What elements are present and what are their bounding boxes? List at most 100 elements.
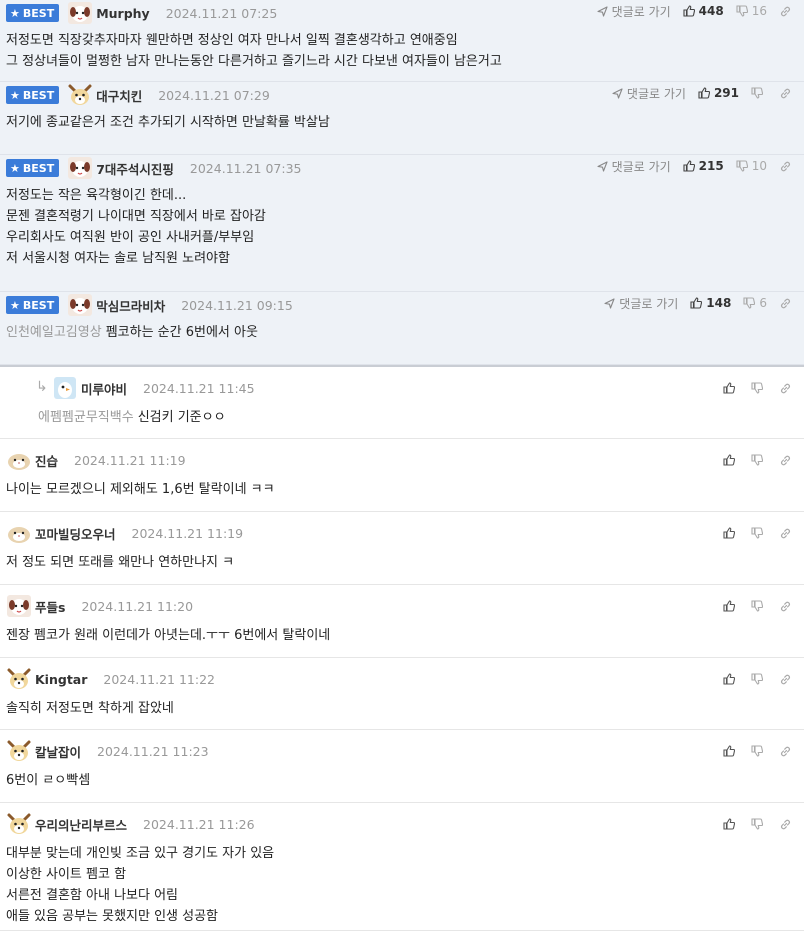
- comment: 우리의난리부르스 2024.11.21 11:26 대부분 맞는데 개인빚 조금 있…: [0, 803, 804, 931]
- like-button[interactable]: [723, 745, 739, 757]
- comment-actions: [711, 595, 796, 617]
- goto-reply-label: 댓글로 가기: [611, 4, 671, 19]
- comment-date: 2024.11.21 11:19: [131, 525, 244, 541]
- comment-body: 인천예일고김영상 펨코하는 순간 6번에서 아웃: [6, 322, 258, 343]
- author-nickname[interactable]: 진습: [35, 451, 58, 470]
- comment-header: 우리의난리부르스 2024.11.21 11:26: [6, 811, 255, 837]
- avatar-icon[interactable]: [67, 1, 93, 25]
- dislike-button[interactable]: 16: [736, 4, 767, 18]
- like-button[interactable]: 291: [698, 86, 739, 100]
- comment-header: ★ BEST 막심므라비차 2024.11.21 09:15: [6, 292, 293, 318]
- comment-header: ★ BEST Murphy 2024.11.21 07:25: [6, 0, 277, 26]
- comment-date: 2024.11.21 11:19: [74, 452, 186, 468]
- permalink-button[interactable]: [779, 160, 796, 173]
- author-nickname[interactable]: 꼬마빌딩오우너: [35, 524, 116, 543]
- author-nickname[interactable]: 우리의난리부르스: [35, 815, 127, 834]
- comment-line: 젠장 펨코가 원래 이런데가 아녓는데.ㅜㅜ 6번에서 탈락이네: [6, 625, 330, 646]
- like-button[interactable]: 448: [683, 4, 724, 18]
- like-button[interactable]: 215: [683, 159, 724, 173]
- avatar-icon[interactable]: [67, 156, 93, 180]
- avatar-icon[interactable]: [67, 83, 93, 107]
- permalink-button[interactable]: [779, 527, 796, 540]
- dislike-button[interactable]: [751, 454, 767, 466]
- like-button[interactable]: [723, 600, 739, 612]
- goto-reply-link[interactable]: 댓글로 가기: [612, 85, 686, 102]
- comment-actions: 댓글로 가기 291: [600, 82, 796, 104]
- link-icon: [779, 454, 796, 467]
- avatar-icon[interactable]: [6, 521, 32, 545]
- author-nickname[interactable]: 7대주석시진핑: [96, 159, 174, 178]
- goto-reply-link[interactable]: 댓글로 가기: [597, 3, 671, 20]
- dislike-button[interactable]: [751, 818, 767, 830]
- reply-comment: ↳ 미루야비 2024.11.21 11:45 에펨펨균무직백수 신검키 기준ㅇㅇ: [0, 365, 804, 439]
- avatar-icon[interactable]: [6, 812, 32, 836]
- author-nickname[interactable]: 칼날잡이: [35, 742, 81, 761]
- avatar-icon[interactable]: [52, 376, 78, 400]
- like-count: 148: [706, 296, 732, 310]
- permalink-button[interactable]: [779, 818, 796, 831]
- dislike-button[interactable]: 10: [736, 159, 767, 173]
- comment-line: 애들 있음 공부는 못했지만 인생 성공함: [6, 906, 274, 927]
- thumbs-up-icon: [698, 87, 714, 99]
- avatar-icon[interactable]: [6, 448, 32, 472]
- like-button[interactable]: [723, 527, 739, 539]
- goto-reply-label: 댓글로 가기: [619, 296, 679, 311]
- reply-arrow-icon: ↳: [36, 379, 48, 395]
- dislike-button[interactable]: [751, 673, 767, 685]
- comment-body: 에펨펨균무직백수 신검키 기준ㅇㅇ: [38, 407, 226, 428]
- goto-reply-link[interactable]: 댓글로 가기: [597, 158, 671, 175]
- permalink-button[interactable]: [779, 87, 796, 100]
- dislike-button[interactable]: [751, 527, 767, 539]
- avatar-icon[interactable]: [6, 739, 32, 763]
- permalink-button[interactable]: [779, 5, 796, 18]
- link-icon: [779, 160, 796, 173]
- goto-reply-link[interactable]: 댓글로 가기: [604, 295, 678, 312]
- comment-line: 인천예일고김영상 펨코하는 순간 6번에서 아웃: [6, 322, 258, 343]
- dislike-button[interactable]: [751, 382, 767, 394]
- comment-actions: [711, 740, 796, 762]
- comment-line: 우리회사도 여직원 반이 공인 사내커플/부부임: [6, 227, 266, 248]
- link-icon: [779, 818, 796, 831]
- dislike-button[interactable]: 6: [743, 296, 767, 310]
- comment-line: 그 정상녀들이 멀쩡한 남자 만나는동안 다른거하고 즐기느라 시간 다보낸 여…: [6, 51, 502, 72]
- permalink-button[interactable]: [779, 600, 796, 613]
- comment-line: 솔직히 저정도면 착하게 잡았네: [6, 698, 174, 719]
- mentioned-user[interactable]: 에펨펨균무직백수: [38, 410, 134, 425]
- mentioned-user[interactable]: 인천예일고김영상: [6, 325, 102, 340]
- author-nickname[interactable]: 막심므라비차: [96, 296, 165, 315]
- comment-date: 2024.11.21 11:22: [103, 671, 215, 687]
- comment-body: 젠장 펨코가 원래 이런데가 아녓는데.ㅜㅜ 6번에서 탈락이네: [6, 625, 330, 646]
- goto-reply-label: 댓글로 가기: [626, 86, 686, 101]
- like-button[interactable]: [723, 382, 739, 394]
- author-nickname[interactable]: Kingtar: [35, 672, 87, 687]
- dislike-button[interactable]: [751, 87, 767, 99]
- star-icon: ★: [10, 161, 20, 175]
- author-nickname[interactable]: Murphy: [96, 6, 150, 21]
- comment-header: 미루야비 2024.11.21 11:45: [52, 375, 255, 401]
- comment-header: 칼날잡이 2024.11.21 11:23: [6, 738, 209, 764]
- author-nickname[interactable]: 대구치킨: [96, 86, 142, 105]
- best-comment: ★ BEST Murphy 2024.11.21 07:25 댓글로 가기 448 16 저정…: [0, 0, 804, 82]
- comment-actions: 댓글로 가기 448 16: [585, 0, 796, 22]
- dislike-button[interactable]: [751, 745, 767, 757]
- avatar-icon[interactable]: [67, 293, 93, 317]
- author-nickname[interactable]: 미루야비: [81, 379, 127, 398]
- like-button[interactable]: [723, 454, 739, 466]
- like-button[interactable]: 148: [690, 296, 731, 310]
- permalink-button[interactable]: [779, 454, 796, 467]
- permalink-button[interactable]: [779, 297, 796, 310]
- like-button[interactable]: [723, 673, 739, 685]
- comment-header: Kingtar 2024.11.21 11:22: [6, 666, 215, 692]
- permalink-button[interactable]: [779, 673, 796, 686]
- permalink-button[interactable]: [779, 745, 796, 758]
- thumbs-up-icon: [723, 745, 739, 757]
- author-nickname[interactable]: 푸들s: [35, 597, 65, 616]
- avatar-icon[interactable]: [6, 667, 32, 691]
- avatar-icon[interactable]: [6, 594, 32, 618]
- permalink-button[interactable]: [779, 382, 796, 395]
- comment-body: 저정도면 직장갖추자마자 웬만하면 정상인 여자 만나서 일찍 결혼생각하고 연…: [6, 30, 502, 72]
- dislike-button[interactable]: [751, 600, 767, 612]
- like-button[interactable]: [723, 818, 739, 830]
- thumbs-down-icon: [751, 600, 767, 612]
- link-icon: [779, 87, 796, 100]
